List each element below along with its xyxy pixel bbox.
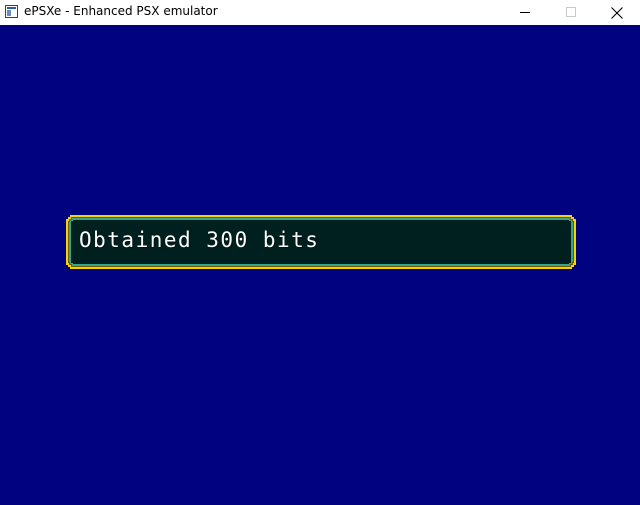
app-icon [5,5,18,18]
dialog-message: Obtained 300 bits [79,228,320,252]
maximize-button[interactable] [548,0,594,25]
close-button[interactable] [594,0,640,25]
title-bar[interactable]: ePSXe - Enhanced PSX emulator [0,0,640,25]
dialog-box: Obtained 300 bits [66,215,576,269]
close-icon [611,6,623,19]
minimize-icon [519,12,530,13]
emulator-window: ePSXe - Enhanced PSX emulator Obtained 3… [0,0,640,505]
window-title: ePSXe - Enhanced PSX emulator [24,4,218,18]
maximize-icon [565,7,576,17]
minimize-button[interactable] [502,0,548,25]
game-screen[interactable]: Obtained 300 bits [0,25,640,505]
